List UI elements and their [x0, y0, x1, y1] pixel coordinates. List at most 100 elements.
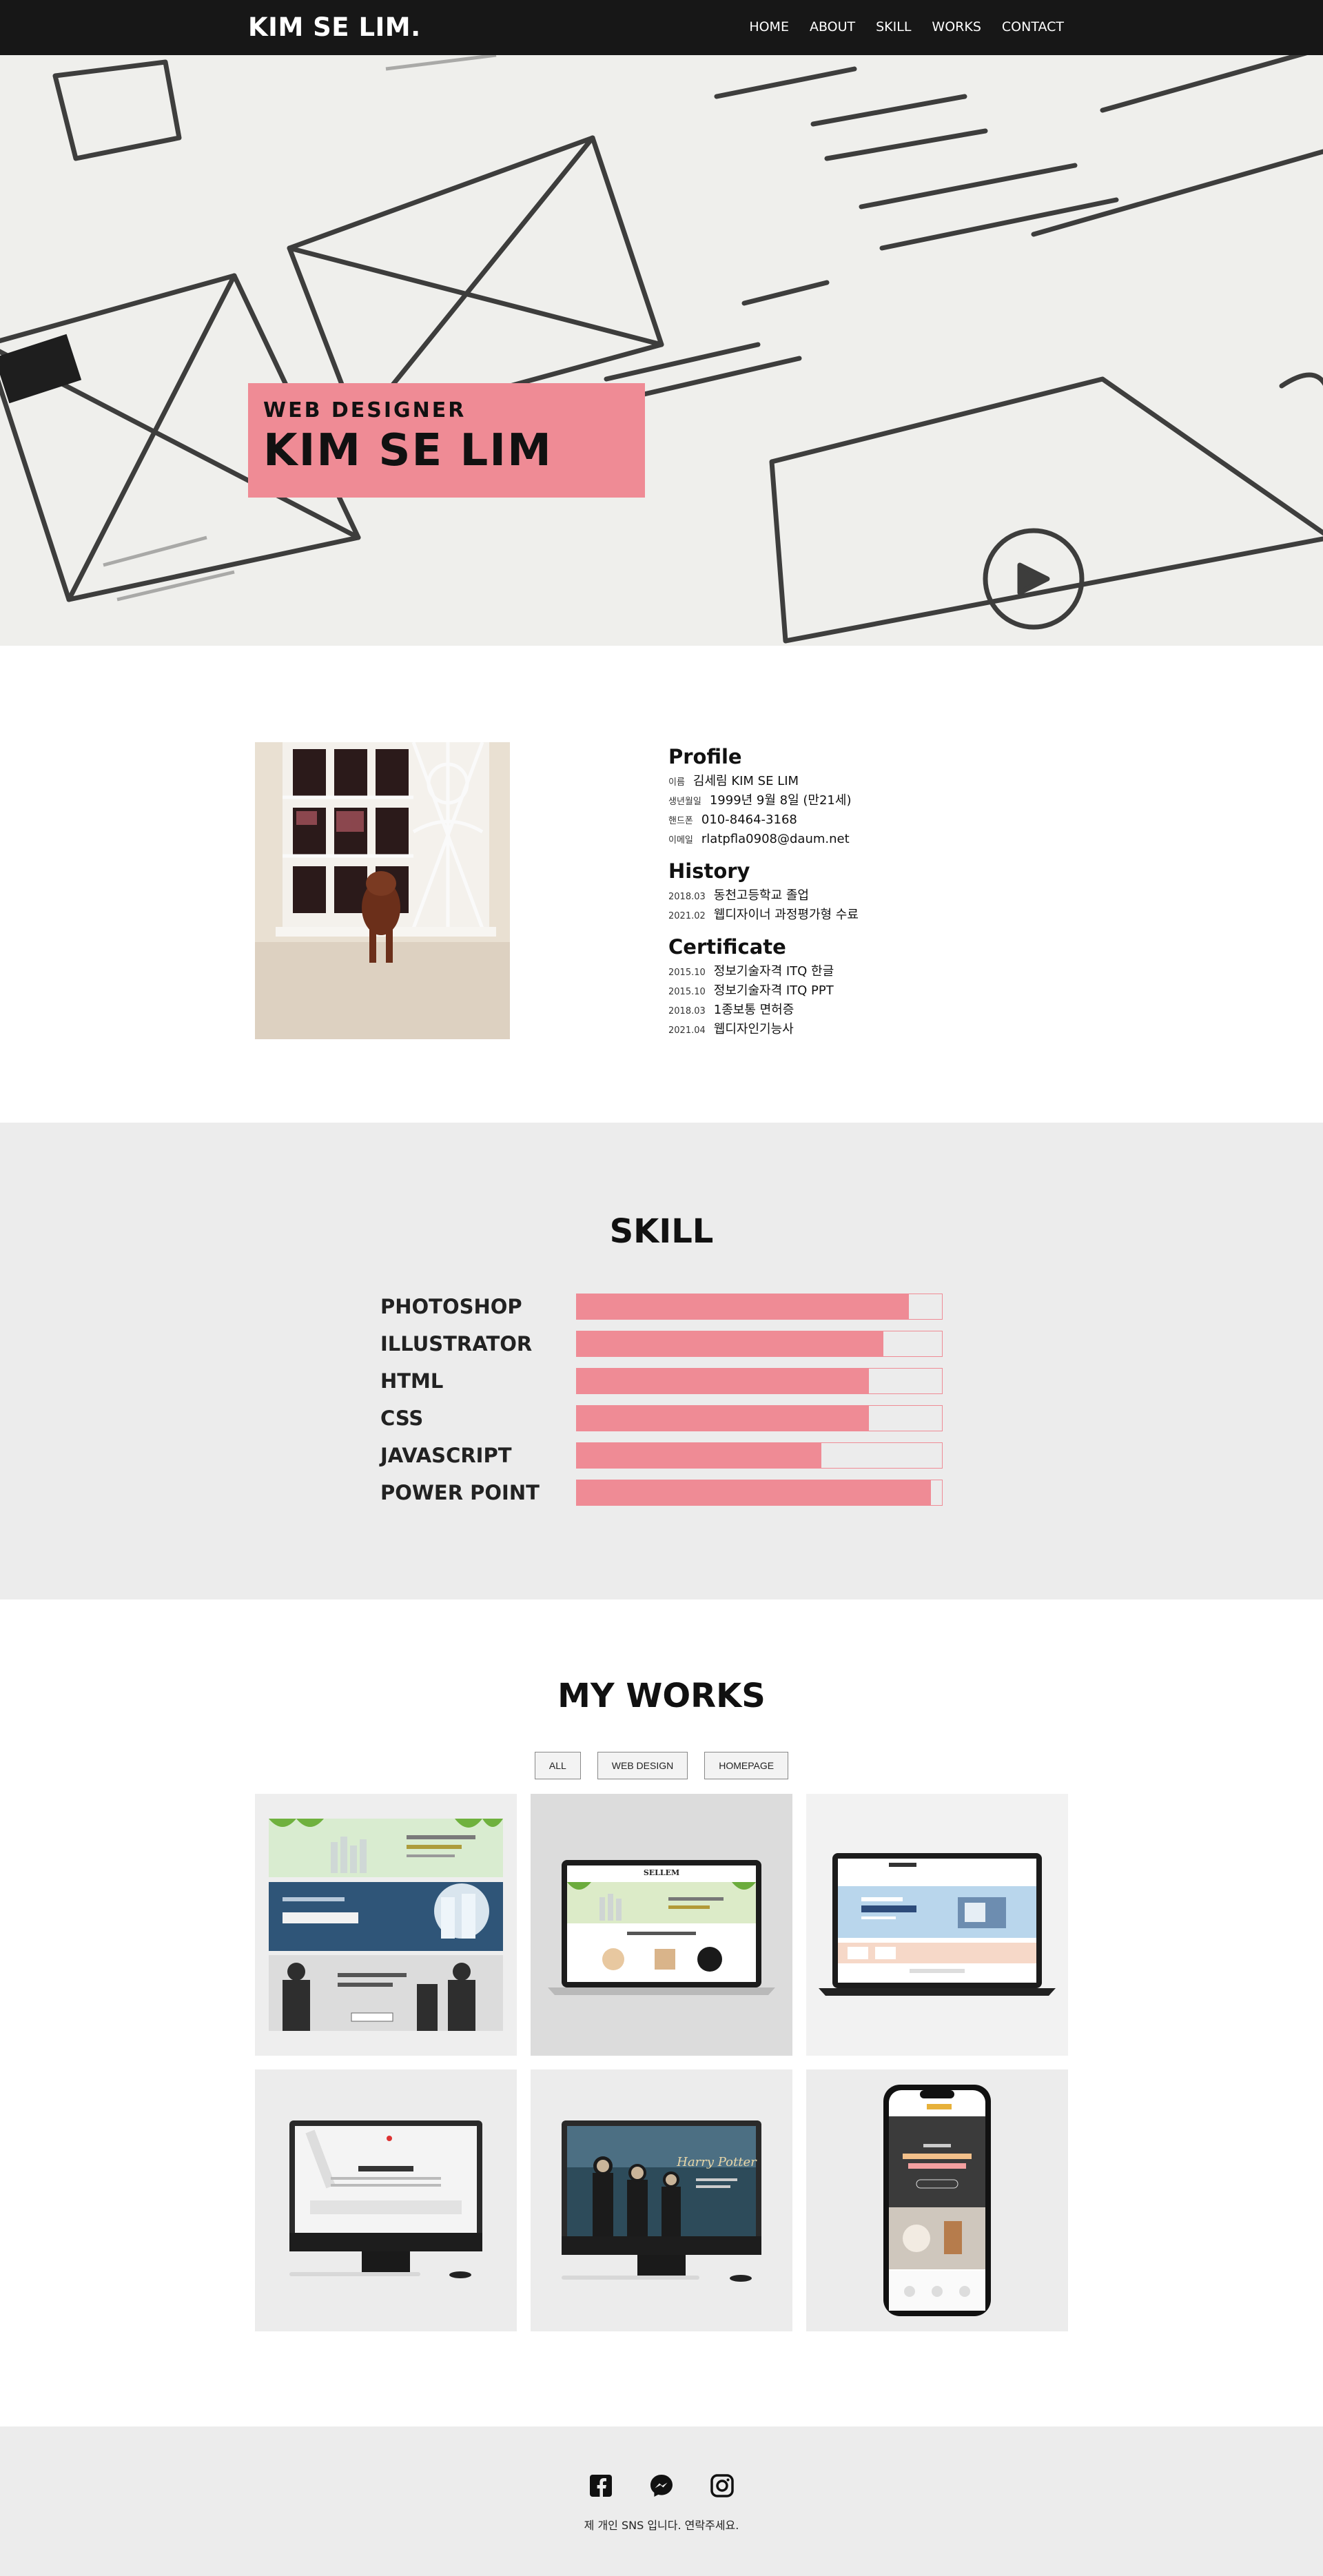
skill-name: HTML — [380, 1369, 444, 1393]
row-key: 2018.03 — [668, 892, 706, 902]
menu-about[interactable]: ABOUT — [810, 19, 855, 34]
work-card-banners[interactable] — [255, 1794, 517, 2056]
row-key: 2018.03 — [668, 1006, 706, 1016]
certificate-block: Certificate 2015.10 정보기술자격 ITQ 한글 2015.10… — [668, 935, 999, 1040]
footer-text: 제 개인 SNS 입니다. 연락주세요. — [584, 2519, 739, 2532]
hero-title: KIM SE LIM — [263, 425, 553, 476]
history-heading: History — [668, 859, 750, 883]
profile-row: 생년월일 1999년 9월 8일 (만21세) — [668, 792, 999, 811]
top-nav: KIM SE LIM. HOME ABOUT SKILL WORKS CONTA… — [0, 0, 1323, 55]
work-card-harry-potter[interactable]: Harry Potter — [531, 2069, 792, 2331]
row-key: 생년월일 — [668, 797, 701, 807]
work-card-imac[interactable] — [255, 2069, 517, 2331]
skill-heading: SKILL — [609, 1212, 714, 1251]
row-value: 동천고등학교 졸업 — [713, 888, 809, 903]
skill-row: PHOTOSHOP — [380, 1288, 943, 1325]
skill-bar-fill — [577, 1294, 910, 1319]
about-section: Profile 이름 김세림 KIM SE LIM 생년월일 1999년 9월 8일… — [0, 646, 1323, 1123]
row-key: 핸드폰 — [668, 816, 693, 826]
sellem-text: SELLEM — [644, 1868, 679, 1877]
skill-list: PHOTOSHOP ILLUSTRATOR HTML CSS JAVASCRIP… — [380, 1288, 943, 1511]
row-value: 010-8464-3168 — [701, 812, 797, 827]
row-key: 이메일 — [668, 835, 693, 846]
main-menu: HOME ABOUT SKILL WORKS CONTACT — [749, 19, 1064, 34]
row-key: 2015.10 — [668, 968, 706, 978]
instagram-icon[interactable] — [710, 2473, 735, 2498]
works-filters: ALL WEB DESIGN HOMEPAGE — [0, 1752, 1323, 1779]
skill-row: JAVASCRIPT — [380, 1437, 943, 1474]
certificate-row: 2021.04 웹디자인기능사 — [668, 1021, 999, 1040]
skill-bar — [576, 1405, 943, 1431]
skill-bar — [576, 1368, 943, 1394]
skill-name: PHOTOSHOP — [380, 1295, 522, 1318]
skill-name: JAVASCRIPT — [380, 1444, 512, 1467]
row-key: 2021.04 — [668, 1025, 706, 1036]
certificate-row: 2015.10 정보기술자격 ITQ 한글 — [668, 963, 999, 982]
facebook-icon[interactable] — [588, 2473, 613, 2498]
row-key: 이름 — [668, 777, 685, 788]
skill-section: SKILL PHOTOSHOP ILLUSTRATOR HTML CSS JAV… — [0, 1123, 1323, 1599]
profile-block: Profile 이름 김세림 KIM SE LIM 생년월일 1999년 9월 8일… — [668, 745, 999, 850]
row-value: 김세림 KIM SE LIM — [693, 774, 799, 788]
skill-bar-fill — [577, 1480, 932, 1505]
profile-row: 이메일 rlatpfla0908@daum.net — [668, 830, 999, 850]
skill-bar — [576, 1442, 943, 1469]
row-value: 1종보통 면허증 — [713, 1003, 794, 1017]
skill-bar — [576, 1294, 943, 1320]
certificate-row: 2018.03 1종보통 면허증 — [668, 1001, 999, 1021]
menu-works[interactable]: WORKS — [932, 19, 981, 34]
row-value: 웹디자인기능사 — [713, 1022, 794, 1036]
filter-homepage-button[interactable]: HOMEPAGE — [704, 1752, 789, 1779]
row-value: 1999년 9월 8일 (만21세) — [709, 793, 852, 808]
hero-section: WEB DESIGNER KIM SE LIM — [0, 55, 1323, 646]
skill-bar-fill — [577, 1331, 884, 1356]
row-value: 정보기술자격 ITQ PPT — [713, 983, 834, 998]
menu-skill[interactable]: SKILL — [876, 19, 911, 34]
menu-contact[interactable]: CONTACT — [1002, 19, 1064, 34]
skill-row: HTML — [380, 1362, 943, 1400]
work-card-sellim[interactable] — [806, 1794, 1068, 2056]
skill-row: POWER POINT — [380, 1474, 943, 1511]
hero-title-box: WEB DESIGNER KIM SE LIM — [248, 383, 645, 498]
works-section: MY WORKS ALL WEB DESIGN HOMEPAGE SELLEM … — [0, 1599, 1323, 2426]
profile-row: 핸드폰 010-8464-3168 — [668, 811, 999, 830]
harry-potter-text: Harry Potter — [676, 2155, 757, 2169]
page: KIM SE LIM. HOME ABOUT SKILL WORKS CONTA… — [0, 0, 1323, 2576]
certificate-row: 2015.10 정보기술자격 ITQ PPT — [668, 982, 999, 1001]
row-key: 2021.02 — [668, 911, 706, 921]
wireframe-sketch-image — [0, 55, 1323, 646]
work-card-cafe-mobile[interactable] — [806, 2069, 1068, 2331]
profile-info: Profile 이름 김세림 KIM SE LIM 생년월일 1999년 9월 8일… — [668, 745, 999, 1050]
profile-heading: Profile — [668, 745, 742, 768]
works-grid: SELLEM Harry Potter — [255, 1794, 1068, 2331]
skill-name: ILLUSTRATOR — [380, 1332, 533, 1356]
skill-bar — [576, 1331, 943, 1357]
work-card-sellem[interactable]: SELLEM — [531, 1794, 792, 2056]
skill-name: POWER POINT — [380, 1481, 540, 1504]
footer: 제 개인 SNS 입니다. 연락주세요. — [0, 2426, 1323, 2576]
skill-row: ILLUSTRATOR — [380, 1325, 943, 1362]
history-row: 2021.02 웹디자이너 과정평가형 수료 — [668, 906, 999, 926]
works-heading: MY WORKS — [557, 1677, 766, 1715]
skill-bar — [576, 1480, 943, 1506]
skill-bar-fill — [577, 1406, 869, 1431]
skill-row: CSS — [380, 1400, 943, 1437]
certificate-heading: Certificate — [668, 935, 786, 959]
skill-bar-fill — [577, 1443, 822, 1468]
profile-photo — [255, 742, 510, 1039]
row-value: 웹디자이너 과정평가형 수료 — [713, 908, 859, 922]
history-row: 2018.03 동천고등학교 졸업 — [668, 887, 999, 906]
history-block: History 2018.03 동천고등학교 졸업 2021.02 웹디자이너 과정… — [668, 859, 999, 926]
messenger-icon[interactable] — [649, 2473, 674, 2498]
logo[interactable]: KIM SE LIM. — [248, 12, 421, 42]
hero-subtitle: WEB DESIGNER — [263, 398, 466, 422]
row-key: 2015.10 — [668, 987, 706, 997]
filter-all-button[interactable]: ALL — [534, 1752, 581, 1779]
sns-links — [0, 2473, 1323, 2498]
profile-row: 이름 김세림 KIM SE LIM — [668, 773, 999, 792]
row-value: 정보기술자격 ITQ 한글 — [713, 964, 834, 979]
filter-web-design-button[interactable]: WEB DESIGN — [597, 1752, 688, 1779]
menu-home[interactable]: HOME — [749, 19, 789, 34]
skill-name: CSS — [380, 1407, 424, 1430]
row-value: rlatpfla0908@daum.net — [701, 832, 850, 846]
